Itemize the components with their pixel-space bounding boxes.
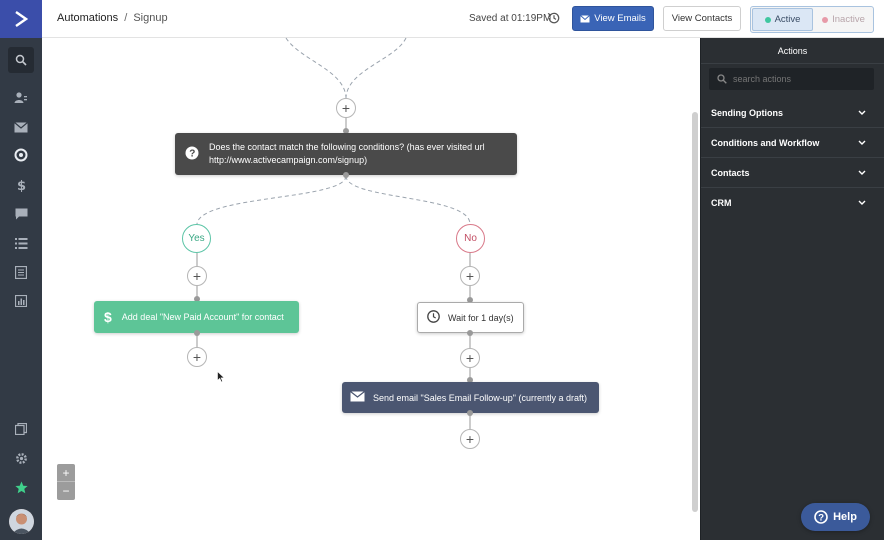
no-branch-label: No — [456, 224, 485, 253]
help-button[interactable]: ? Help — [801, 503, 870, 531]
workflow-connectors — [196, 37, 471, 429]
connector-dot — [343, 172, 349, 178]
add-step-button[interactable]: + — [336, 98, 356, 118]
panel-item-conditions-workflow[interactable]: Conditions and Workflow — [701, 128, 884, 158]
yes-branch-label: Yes — [182, 224, 211, 253]
panel-item-label: Conditions and Workflow — [711, 137, 820, 148]
help-label: Help — [833, 511, 857, 523]
connector-dot — [194, 330, 200, 336]
chevron-down-icon — [858, 198, 866, 208]
search-icon — [717, 74, 727, 84]
status-active-option[interactable]: Active — [752, 8, 813, 31]
zoom-in-button[interactable]: + — [57, 464, 75, 482]
add-step-button[interactable]: + — [187, 266, 207, 286]
chevron-down-icon — [858, 108, 866, 118]
chevron-down-icon — [858, 138, 866, 148]
canvas-scrollbar[interactable] — [692, 112, 698, 512]
condition-node[interactable]: ? Does the contact match the following c… — [175, 133, 517, 175]
send-email-text: Send email "Sales Email Follow-up" (curr… — [373, 392, 587, 403]
inactive-dot-icon — [822, 16, 829, 23]
clock-icon — [427, 310, 440, 325]
add-deal-text: Add deal "New Paid Account" for contact — [121, 312, 284, 322]
dollar-icon: $ — [104, 309, 112, 325]
actions-panel-title: Actions — [701, 38, 884, 64]
zoom-out-button[interactable]: − — [57, 482, 75, 500]
status-inactive-option[interactable]: Inactive — [814, 7, 873, 32]
actions-search-input[interactable] — [733, 74, 873, 84]
panel-item-crm[interactable]: CRM — [701, 188, 884, 218]
svg-text:?: ? — [818, 513, 824, 524]
help-icon: ? — [814, 510, 828, 524]
actions-panel: Actions Sending Options Conditions and W… — [700, 38, 884, 540]
chevron-down-icon — [858, 168, 866, 178]
wait-text: Wait for 1 day(s) — [448, 312, 514, 323]
panel-item-sending-options[interactable]: Sending Options — [701, 98, 884, 128]
panel-item-label: Sending Options — [711, 107, 783, 118]
panel-item-label: Contacts — [711, 167, 750, 178]
condition-text: Does the contact match the following con… — [209, 142, 485, 165]
status-active-label: Active — [774, 14, 801, 25]
send-email-node[interactable]: Send email "Sales Email Follow-up" (curr… — [342, 382, 599, 413]
active-dot-icon — [764, 16, 771, 23]
add-step-button[interactable]: + — [460, 266, 480, 286]
status-toggle[interactable]: Active Inactive — [750, 6, 874, 33]
envelope-icon — [350, 391, 365, 404]
add-step-button[interactable]: + — [460, 429, 480, 449]
add-step-button[interactable]: + — [187, 347, 207, 367]
panel-item-contacts[interactable]: Contacts — [701, 158, 884, 188]
zoom-controls: + − — [57, 464, 75, 500]
status-inactive-label: Inactive — [832, 14, 865, 25]
actions-search[interactable] — [709, 68, 874, 90]
mouse-cursor-icon — [217, 370, 226, 388]
connector-dot — [467, 410, 473, 416]
connector-dot — [467, 330, 473, 336]
svg-text:?: ? — [189, 149, 195, 160]
question-icon: ? — [185, 146, 199, 162]
wait-node[interactable]: Wait for 1 day(s) — [417, 302, 524, 333]
add-step-button[interactable]: + — [460, 348, 480, 368]
panel-item-label: CRM — [711, 198, 732, 208]
add-deal-node[interactable]: $ Add deal "New Paid Account" for contac… — [94, 301, 299, 333]
